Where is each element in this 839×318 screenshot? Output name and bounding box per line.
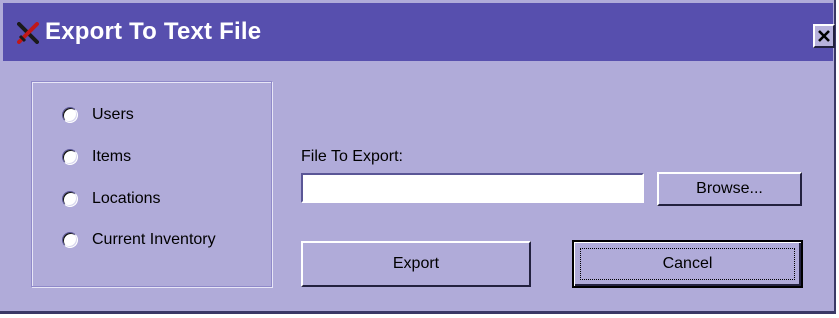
- title-bar[interactable]: Export To Text File: [3, 3, 835, 61]
- radio-button[interactable]: [62, 107, 78, 123]
- export-button[interactable]: Export: [301, 241, 531, 287]
- radio-label-locations: Locations: [92, 190, 161, 207]
- radio-button[interactable]: [62, 232, 78, 248]
- radio-button[interactable]: [62, 191, 78, 207]
- file-path-input[interactable]: [301, 173, 644, 203]
- browse-button[interactable]: Browse...: [657, 172, 802, 206]
- window-title: Export To Text File: [45, 18, 262, 45]
- file-to-export-label: File To Export:: [301, 148, 403, 165]
- export-button-label: Export: [392, 255, 440, 272]
- radio-locations[interactable]: Locations: [62, 187, 161, 211]
- radio-label-users: Users: [92, 106, 134, 123]
- radio-current-inventory[interactable]: Current Inventory: [62, 228, 216, 252]
- browse-button-label: Browse...: [696, 180, 763, 197]
- radio-label-current-inventory: Current Inventory: [92, 231, 216, 248]
- radio-button[interactable]: [62, 149, 78, 165]
- close-button[interactable]: [813, 24, 835, 48]
- radio-items[interactable]: Items: [62, 145, 131, 169]
- radio-users[interactable]: Users: [62, 103, 134, 127]
- crossed-tools-icon: [17, 22, 39, 44]
- radio-label-items: Items: [92, 148, 132, 165]
- cancel-button-label: Cancel: [662, 255, 713, 272]
- export-dialog: Export To Text File Users Items Location…: [0, 0, 836, 314]
- cancel-button[interactable]: Cancel: [572, 240, 803, 288]
- export-type-group: Users Items Locations Current Inventory: [31, 81, 272, 287]
